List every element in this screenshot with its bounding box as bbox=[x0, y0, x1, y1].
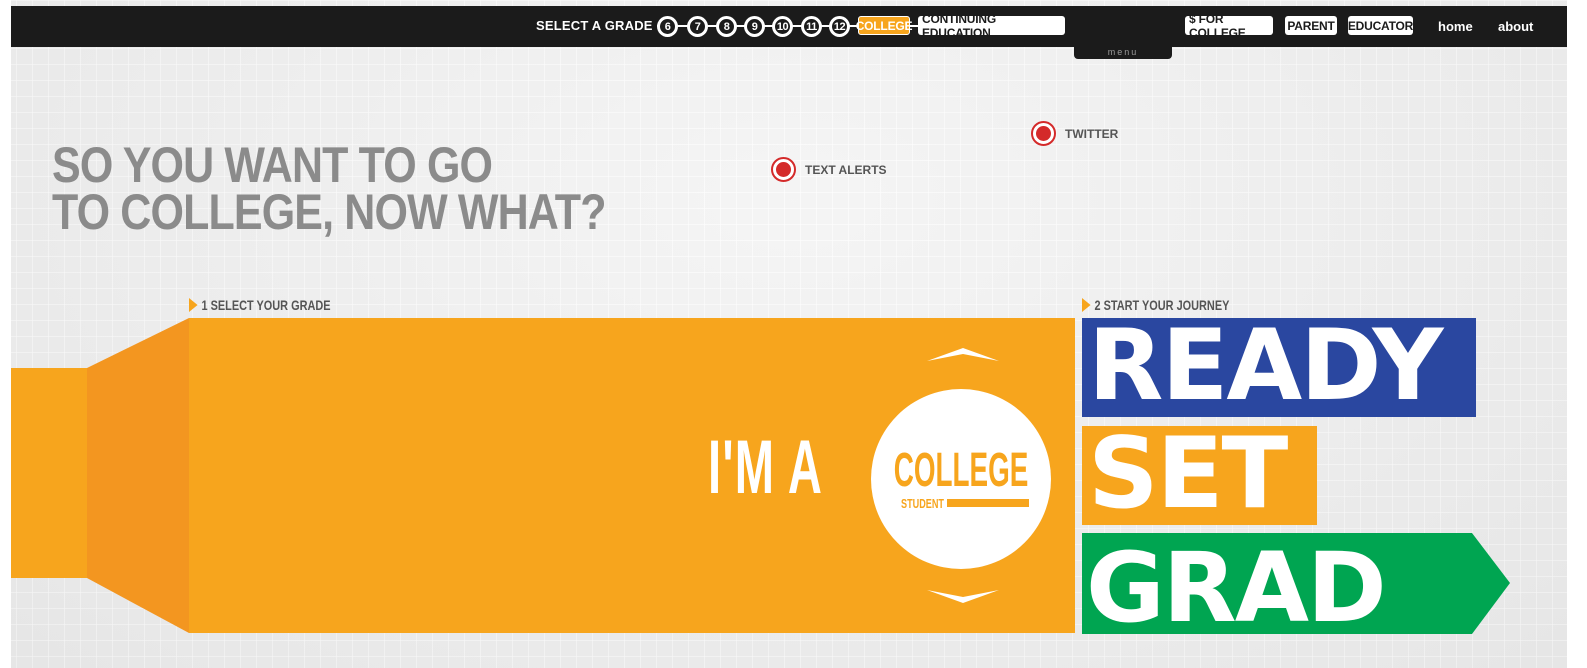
page-headline: SO YOU WANT TO GO TO COLLEGE, NOW WHAT? bbox=[52, 137, 606, 240]
headline-line-2: TO COLLEGE, NOW WHAT? bbox=[52, 184, 606, 240]
im-a-label: I'M A bbox=[708, 425, 824, 510]
step-2-text: 2 START YOUR JOURNEY bbox=[1094, 297, 1230, 313]
grad-button[interactable]: GRAD bbox=[1082, 533, 1512, 634]
pencil-ferrule bbox=[87, 318, 189, 633]
set-text: SET bbox=[1088, 426, 1288, 525]
educator-button[interactable]: EDUCATOR bbox=[1348, 16, 1413, 35]
dial-underline-bar bbox=[947, 499, 1029, 507]
grade-6-label: 6 bbox=[660, 19, 675, 34]
grade-dial[interactable]: COLLEGE STUDENT bbox=[871, 389, 1051, 569]
dial-grade-text: COLLEGE bbox=[893, 443, 1029, 497]
triangle-right-icon bbox=[1082, 298, 1091, 312]
money-for-college-button[interactable]: $ FOR COLLEGE bbox=[1185, 12, 1273, 40]
chevron-up-icon[interactable] bbox=[925, 345, 1001, 363]
page-edge-right bbox=[1567, 0, 1587, 668]
red-dot-icon bbox=[771, 157, 796, 182]
about-link[interactable]: about bbox=[1498, 19, 1533, 34]
dial-sub-row: STUDENT bbox=[901, 496, 1029, 511]
page-edge-left bbox=[0, 0, 11, 668]
grade-6-button[interactable]: 6 bbox=[657, 16, 678, 37]
grade-11-button[interactable]: 11 bbox=[801, 16, 822, 37]
grade-12-button[interactable]: 12 bbox=[829, 16, 850, 37]
triangle-right-icon bbox=[189, 298, 198, 312]
continuing-education-button[interactable]: CONTINUING EDUCATION bbox=[918, 12, 1065, 40]
step-1-label: 1 SELECT YOUR GRADE bbox=[189, 297, 331, 313]
twitter-link[interactable]: TWITTER bbox=[1031, 121, 1118, 146]
dial-sub-text: STUDENT bbox=[901, 495, 944, 511]
grad-text: GRAD bbox=[1086, 533, 1385, 634]
text-alerts-label: TEXT ALERTS bbox=[805, 162, 887, 177]
grade-11-label: 11 bbox=[804, 19, 819, 34]
ready-button[interactable]: READY bbox=[1082, 318, 1476, 417]
text-alerts-link[interactable]: TEXT ALERTS bbox=[771, 157, 887, 182]
home-link[interactable]: home bbox=[1438, 19, 1473, 34]
grade-7-button[interactable]: 7 bbox=[687, 16, 708, 37]
pencil-eraser-band bbox=[11, 368, 87, 578]
grade-9-button[interactable]: 9 bbox=[744, 16, 765, 37]
top-nav-bar: SELECT A GRADE 6 7 8 9 10 11 12 COLLEGE … bbox=[11, 6, 1567, 47]
ready-text: READY bbox=[1088, 318, 1443, 417]
select-grade-label: SELECT A GRADE bbox=[536, 18, 653, 33]
grade-9-label: 9 bbox=[747, 19, 762, 34]
grade-8-button[interactable]: 8 bbox=[716, 16, 737, 37]
parent-button[interactable]: PARENT bbox=[1285, 16, 1337, 35]
grade-8-label: 8 bbox=[719, 19, 734, 34]
grade-12-label: 12 bbox=[832, 19, 847, 34]
menu-toggle[interactable]: menu bbox=[1074, 47, 1172, 59]
grade-7-label: 7 bbox=[690, 19, 705, 34]
twitter-label: TWITTER bbox=[1065, 126, 1119, 141]
step-1-text: 1 SELECT YOUR GRADE bbox=[201, 297, 331, 313]
grade-college-button[interactable]: COLLEGE bbox=[856, 16, 913, 35]
grade-10-label: 10 bbox=[775, 19, 790, 34]
set-button[interactable]: SET bbox=[1082, 426, 1317, 525]
red-dot-icon bbox=[1031, 121, 1056, 146]
grade-10-button[interactable]: 10 bbox=[772, 16, 793, 37]
chevron-down-icon[interactable] bbox=[925, 588, 1001, 606]
step-2-label: 2 START YOUR JOURNEY bbox=[1082, 297, 1229, 313]
headline-line-1: SO YOU WANT TO GO bbox=[52, 137, 493, 193]
